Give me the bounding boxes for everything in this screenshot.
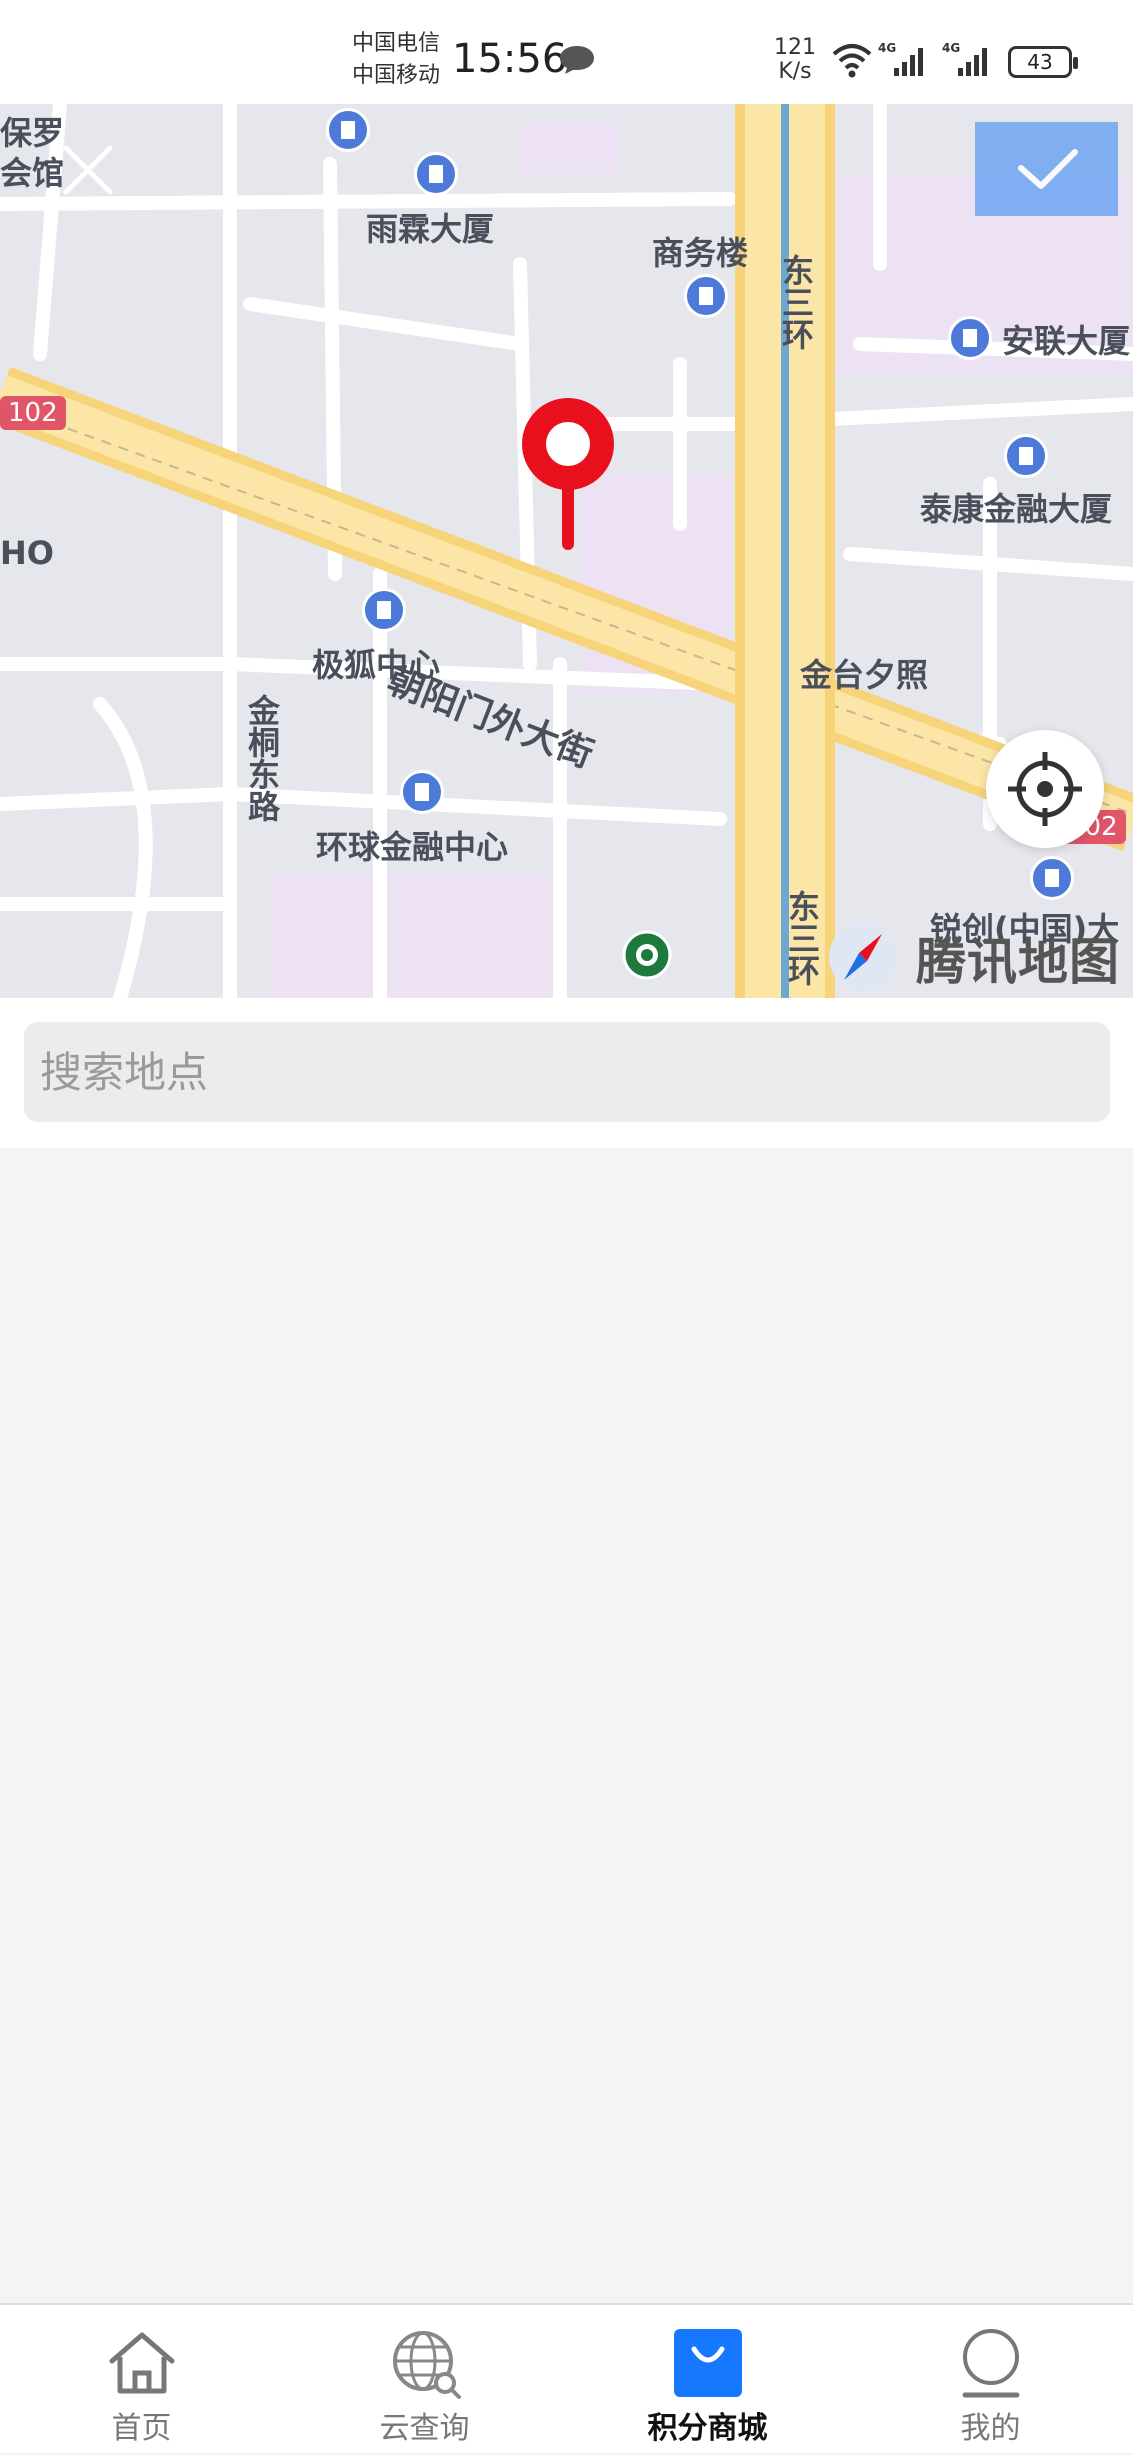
signal-1-label: 4G: [878, 41, 896, 55]
search-area: [0, 998, 1133, 1148]
map-label: 金桐东路: [243, 694, 281, 822]
confirm-button[interactable]: [975, 122, 1118, 216]
locate-me-button[interactable]: [986, 730, 1104, 848]
cell-signal-icon: 4G: [878, 41, 923, 76]
status-bar: 中国电信 中国移动 15:56 121 K/s 4G 4G 43: [0, 0, 1133, 104]
road-shield: 102: [0, 396, 66, 430]
map-label: 金台夕照: [800, 656, 929, 694]
map-label: 环球金融中心: [316, 828, 509, 866]
building-icon: [414, 152, 458, 196]
map-label: 会馆: [0, 154, 65, 192]
building-icon: [400, 770, 444, 814]
tab-mine[interactable]: 我的: [849, 2305, 1132, 2455]
bottom-tab-bar: 首页 云查询 积分商城 我的: [0, 2303, 1133, 2453]
globe-search-icon: [393, 2331, 461, 2399]
signal-2-label: 4G: [942, 41, 960, 55]
map-label: 东三环: [777, 254, 815, 350]
map-provider-logo: 腾讯地图: [916, 933, 1120, 991]
tab-label: 首页: [111, 2411, 172, 2446]
tab-points-mall[interactable]: 积分商城: [566, 2305, 849, 2455]
carrier-1: 中国电信: [352, 31, 441, 56]
building-icon: [948, 316, 992, 360]
search-input[interactable]: [24, 1022, 1110, 1122]
cell-signal-icon-2: 4G: [942, 41, 987, 76]
map-label: 安联大厦: [1002, 322, 1131, 360]
building-icon: [1030, 856, 1074, 900]
net-speed-unit: K/s: [778, 59, 812, 84]
tab-label: 云查询: [379, 2411, 470, 2446]
checkmark-icon: [1018, 149, 1078, 189]
compass-icon[interactable]: [826, 920, 900, 994]
tab-cloud-query[interactable]: 云查询: [283, 2305, 566, 2455]
map-label: HO: [0, 534, 54, 572]
wifi-icon: [832, 44, 872, 78]
map-label: 泰康金融大厦: [920, 490, 1113, 528]
tab-label: 我的: [960, 2411, 1021, 2446]
coffee-shop-icon: [622, 930, 672, 980]
shopping-bag-icon: [674, 2329, 742, 2397]
tab-home[interactable]: 首页: [0, 2305, 283, 2455]
close-button[interactable]: [60, 142, 116, 198]
battery-indicator: 43: [1008, 46, 1078, 78]
building-icon: [684, 274, 728, 318]
chat-bubble-icon: [560, 46, 594, 74]
map-label: 极狐中心: [312, 646, 441, 684]
status-time: 15:56: [452, 36, 568, 82]
carrier-2: 中国移动: [352, 63, 441, 88]
building-icon: [326, 108, 370, 152]
tab-label: 积分商城: [647, 2411, 768, 2446]
home-icon: [109, 2332, 175, 2394]
carrier-names: 中国电信 中国移动: [352, 28, 440, 92]
building-icon: [362, 588, 406, 632]
building-icon: [1004, 434, 1048, 478]
map-label: 东三环: [783, 890, 821, 986]
user-icon: [962, 2329, 1020, 2398]
network-speed: 121 K/s: [774, 36, 816, 84]
map-label: 雨霖大厦: [366, 210, 495, 248]
map-label: 商务楼: [652, 234, 749, 272]
location-pin-icon: [522, 398, 614, 550]
net-speed-value: 121: [774, 35, 816, 60]
crosshair-icon: [1008, 752, 1082, 826]
